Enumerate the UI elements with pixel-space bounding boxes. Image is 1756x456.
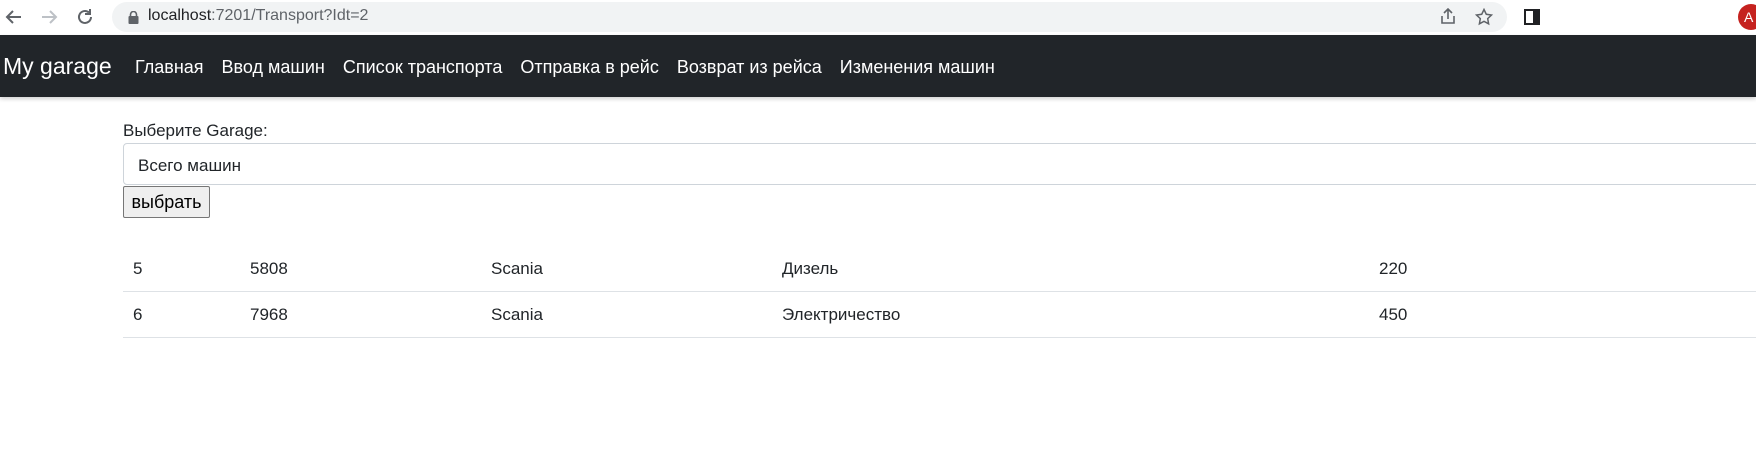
table-cell-power: 450 <box>1379 305 1408 324</box>
back-icon[interactable] <box>0 3 28 31</box>
table-cell-number: 7968 <box>250 305 288 324</box>
nav-link-transport-list[interactable]: Список транспорта <box>343 57 503 78</box>
garage-select-label: Выберите Garage: <box>123 121 268 140</box>
table-cell-fuel: Электричество <box>782 305 901 324</box>
lock-icon[interactable] <box>128 10 139 29</box>
url-text: localhost:7201/Transport?Idt=2 <box>148 7 369 24</box>
browser-toolbar: localhost:7201/Transport?Idt=2 A <box>0 0 1756 36</box>
table-cell-fuel: Дизель <box>782 259 839 278</box>
profile-avatar[interactable]: A <box>1738 4 1756 30</box>
table-cell-id: 5 <box>133 259 143 278</box>
navbar-brand[interactable]: My garage <box>3 53 112 80</box>
nav-link-add-cars[interactable]: Ввод машин <box>222 57 325 78</box>
share-icon[interactable] <box>1436 5 1460 29</box>
nav-link-dispatch[interactable]: Отправка в рейс <box>520 57 659 78</box>
nav-links: Главная Ввод машин Список транспорта Отп… <box>135 57 1013 78</box>
table-cell-brand: Scania <box>491 305 543 324</box>
table-cell-number: 5808 <box>250 259 288 278</box>
table-cell-brand: Scania <box>491 259 543 278</box>
table-cell-id: 6 <box>133 305 143 324</box>
forward-icon[interactable] <box>35 3 63 31</box>
nav-link-return[interactable]: Возврат из рейса <box>677 57 822 78</box>
reload-icon[interactable] <box>71 3 99 31</box>
app-navbar: My garage Главная Ввод машин Список тран… <box>0 35 1756 97</box>
nav-link-home[interactable]: Главная <box>135 57 204 78</box>
nav-link-edit-cars[interactable]: Изменения машин <box>840 57 995 78</box>
star-icon[interactable] <box>1472 5 1496 29</box>
garage-select-value: Всего машин <box>138 156 241 175</box>
garage-select[interactable]: Всего машин <box>123 143 1756 185</box>
side-panel-icon[interactable] <box>1520 5 1544 29</box>
table-row: 5 5808 Scania Дизель 220 <box>123 246 1756 292</box>
table-cell-power: 220 <box>1379 259 1408 278</box>
choose-button[interactable]: выбрать <box>123 186 210 218</box>
address-bar[interactable]: localhost:7201/Transport?Idt=2 <box>112 2 1507 32</box>
table-row: 6 7968 Scania Электричество 450 <box>123 292 1756 338</box>
transport-table: 5 5808 Scania Дизель 220 6 7968 Scania Э… <box>123 246 1756 338</box>
